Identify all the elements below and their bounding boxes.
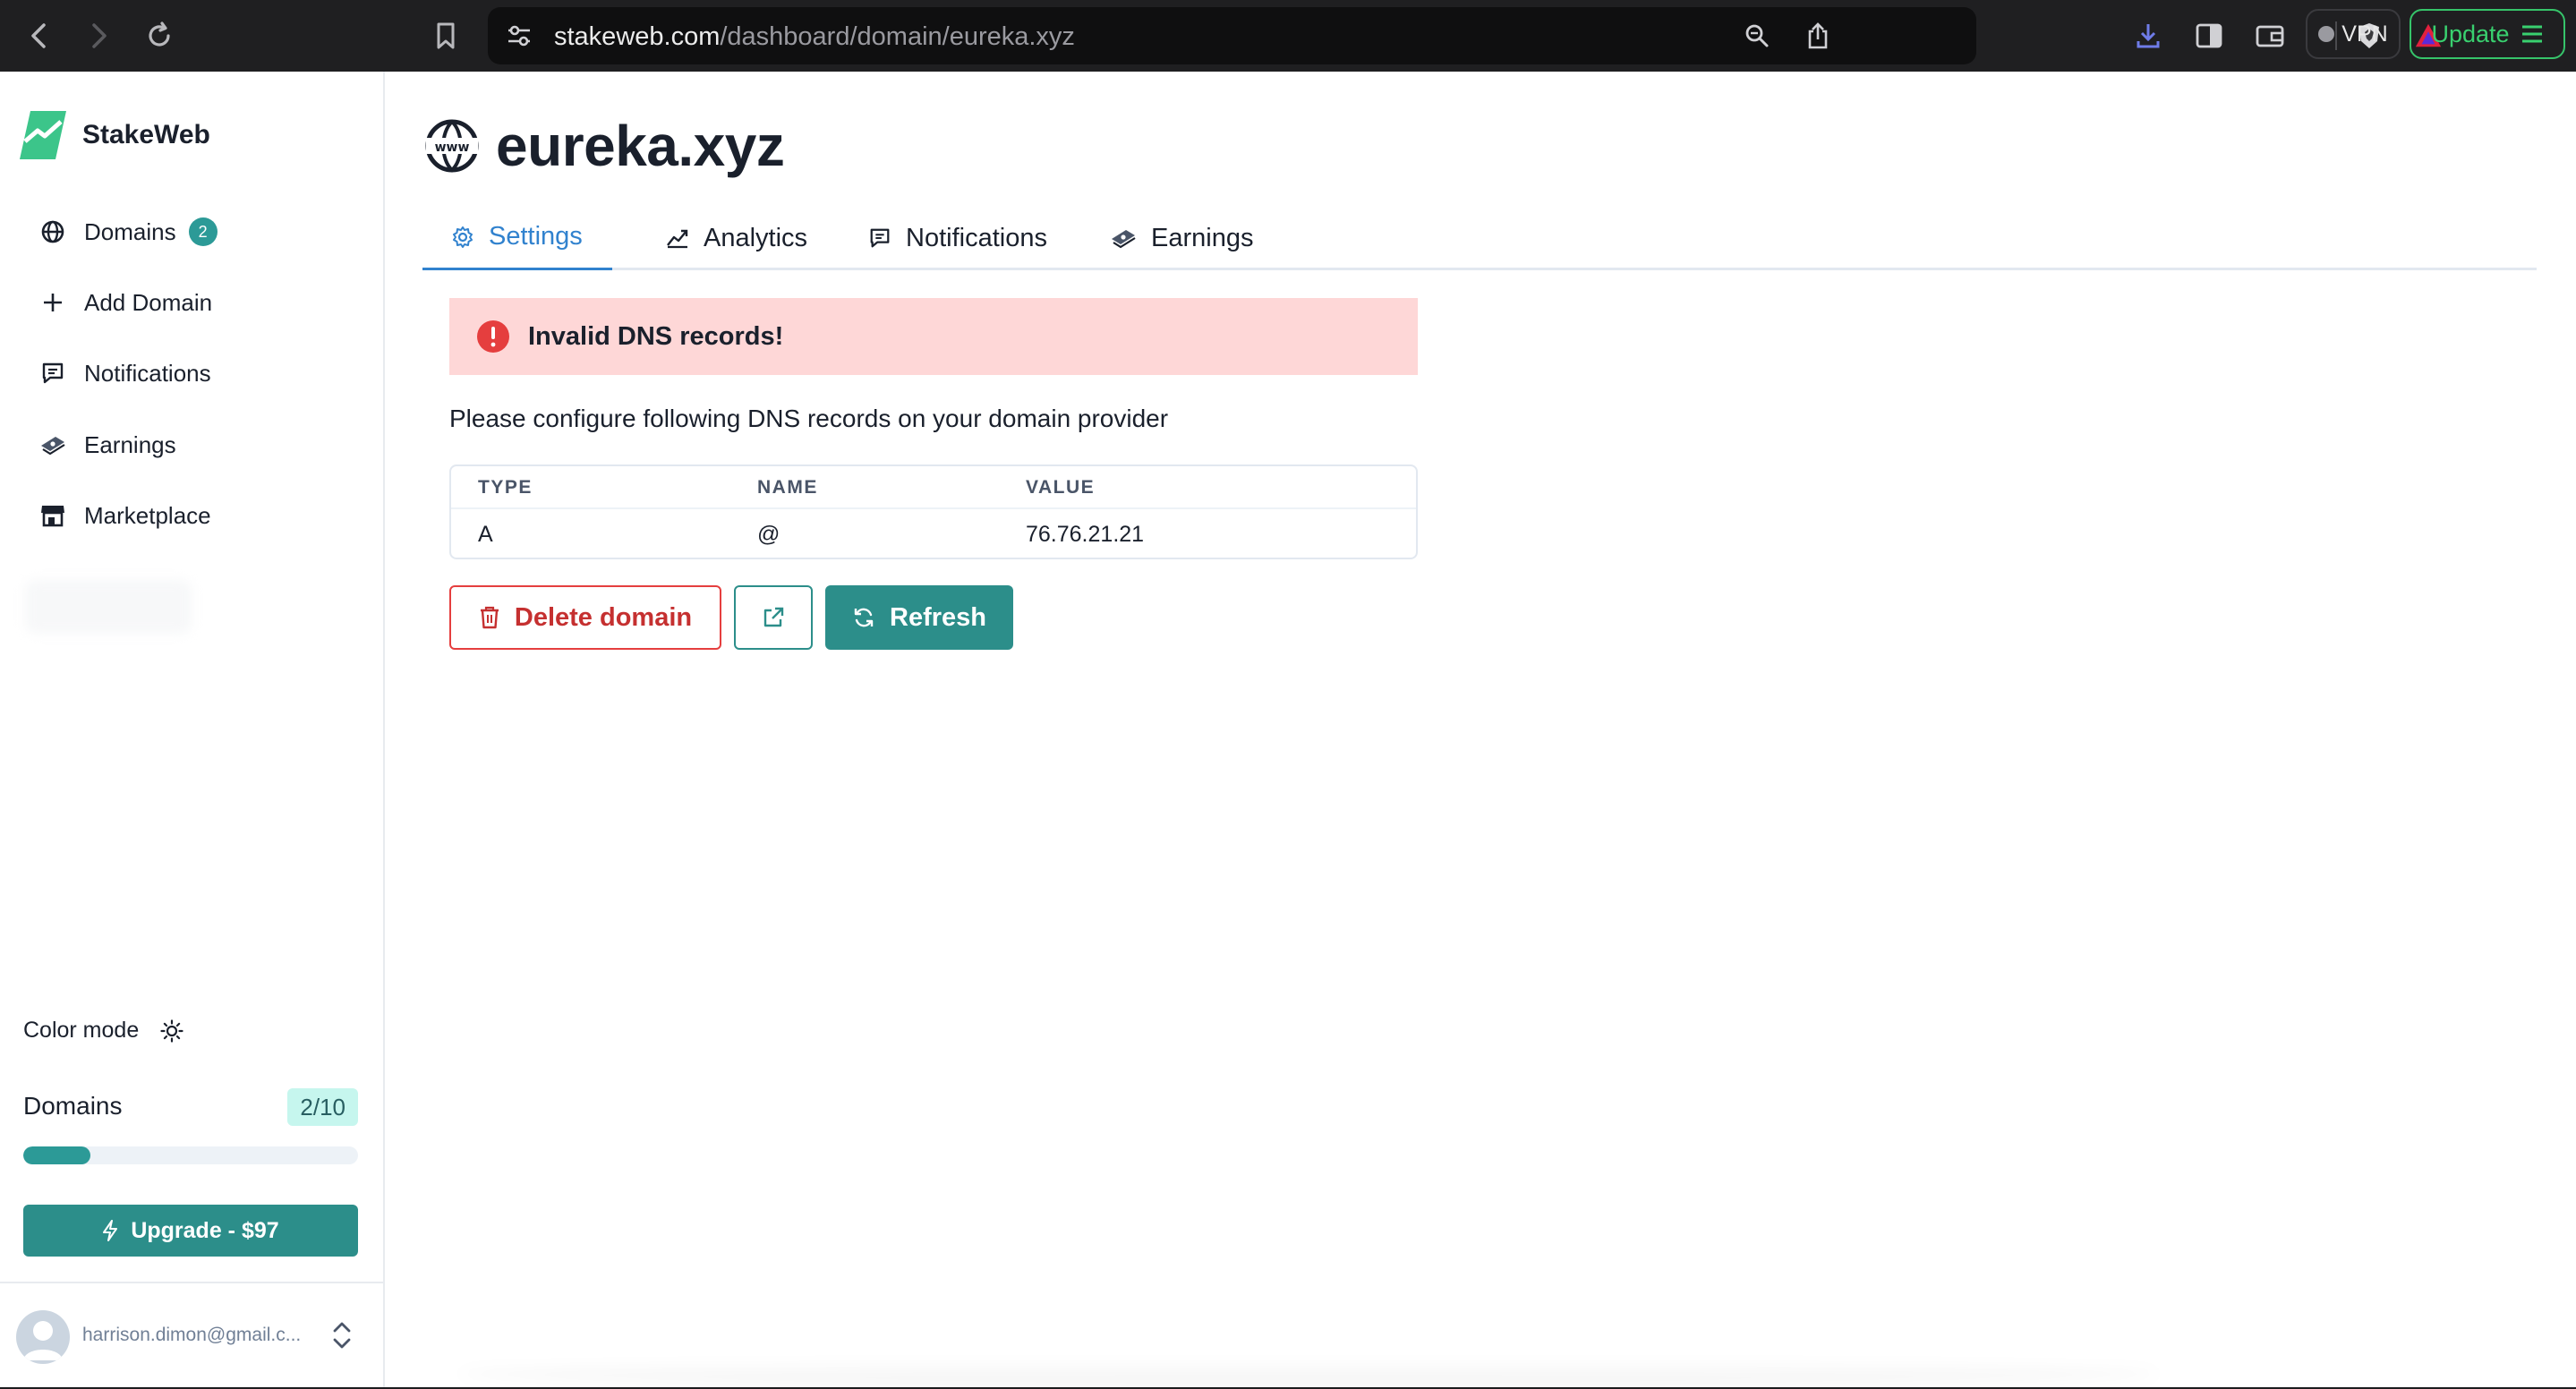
bookmark-icon[interactable] (426, 16, 465, 55)
delete-domain-label: Delete domain (514, 602, 693, 632)
sidebar-toggle-icon[interactable] (2191, 18, 2227, 54)
gear-icon (451, 226, 474, 249)
globe-icon (39, 218, 66, 245)
user-email: harrison.dimon@gmail.c... (82, 1325, 302, 1345)
domain-usage-progress (23, 1146, 358, 1164)
sidebar: StakeWeb Domains 2 Add Domain Notificati… (0, 72, 385, 1387)
color-mode-label: Color mode (23, 1018, 140, 1043)
tab-label: Analytics (704, 223, 808, 252)
back-icon[interactable] (20, 16, 59, 55)
sidebar-item-label: Add Domain (84, 288, 213, 316)
message-icon (39, 360, 66, 387)
column-header-name: NAME (757, 477, 818, 498)
svg-text:www: www (435, 141, 470, 155)
sidebar-item-domains[interactable]: Domains 2 (39, 209, 218, 254)
sun-icon[interactable] (160, 1018, 183, 1043)
url-path: /dashboard/domain/eureka.xyz (720, 22, 1075, 51)
column-header-value: VALUE (1026, 477, 1096, 498)
vpn-label: VPN (2341, 21, 2388, 47)
tab-analytics[interactable]: Analytics (666, 206, 807, 270)
domains-count-badge: 2 (188, 217, 218, 246)
upgrade-button[interactable]: Upgrade - $97 (23, 1205, 358, 1257)
brand-name: StakeWeb (82, 120, 210, 149)
dns-instructions: Please configure following DNS records o… (449, 405, 1169, 432)
zoom-icon[interactable] (1743, 21, 1771, 50)
url-host: stakeweb.com (554, 22, 721, 51)
share-icon[interactable] (1804, 21, 1832, 50)
stakeweb-logo-icon (18, 109, 68, 161)
chart-icon (666, 227, 689, 249)
alert-text: Invalid DNS records! (528, 321, 784, 351)
delete-domain-button[interactable]: Delete domain (449, 585, 721, 650)
main-content: www eureka.xyz Settings Analytics Notifi… (387, 72, 2576, 1387)
menu-icon (2521, 24, 2544, 44)
column-header-type: TYPE (478, 477, 533, 498)
download-icon[interactable] (2130, 18, 2166, 54)
sidebar-item-notifications[interactable]: Notifications (39, 351, 211, 396)
page-title: www eureka.xyz (424, 113, 785, 179)
wallet-icon[interactable] (2252, 18, 2288, 54)
url-text[interactable]: stakeweb.com/dashboard/domain/eureka.xyz (554, 22, 1075, 52)
tab-settings[interactable]: Settings (422, 206, 612, 270)
tab-bar: Settings Analytics Notifications Earning… (422, 206, 2537, 270)
sidebar-item-add-domain[interactable]: Add Domain (39, 280, 212, 325)
error-icon (476, 320, 510, 354)
table-divider (451, 507, 1416, 509)
forward-icon[interactable] (79, 16, 118, 55)
sidebar-item-marketplace[interactable]: Marketplace (39, 493, 211, 538)
money-icon (39, 431, 66, 458)
update-button[interactable]: Update (2410, 9, 2565, 59)
avatar (16, 1310, 70, 1364)
domain-usage-progress-fill (23, 1146, 90, 1164)
external-link-icon (762, 606, 785, 629)
sidebar-item-earnings[interactable]: Earnings (39, 422, 176, 467)
tab-earnings[interactable]: Earnings (1110, 206, 1253, 270)
dns-error-alert: Invalid DNS records! (449, 298, 1418, 375)
sidebar-item-label: Domains (84, 217, 176, 245)
address-bar[interactable]: stakeweb.com/dashboard/domain/eureka.xyz (488, 7, 2442, 64)
tab-label: Notifications (906, 223, 1047, 252)
money-icon (1110, 226, 1137, 250)
sidebar-item-label: Notifications (84, 359, 211, 387)
reload-icon[interactable] (140, 16, 179, 55)
app-window: StakeWeb Domains 2 Add Domain Notificati… (0, 72, 2576, 1387)
user-menu[interactable]: harrison.dimon@gmail.c... (0, 1282, 385, 1387)
brand[interactable]: StakeWeb (18, 109, 210, 161)
www-globe-icon: www (424, 118, 480, 174)
tab-notifications[interactable]: Notifications (868, 206, 1047, 270)
table-cell-value: 76.76.21.21 (1026, 522, 1145, 547)
plus-icon (39, 289, 66, 316)
refresh-button[interactable]: Refresh (825, 585, 1013, 650)
refresh-icon (852, 606, 875, 629)
vpn-status-icon (2318, 26, 2335, 42)
sidebar-item-label: Earnings (84, 430, 176, 458)
table-cell-type: A (478, 522, 493, 547)
loading-placeholder (25, 580, 192, 634)
update-label: Update (2431, 20, 2510, 47)
tab-label: Earnings (1151, 223, 1254, 252)
domain-title: eureka.xyz (496, 114, 785, 178)
upgrade-label: Upgrade - $97 (131, 1217, 279, 1243)
table-cell-name: @ (757, 522, 780, 547)
bottom-shadow (458, 1360, 2159, 1387)
domain-usage: Domains 2/10 (23, 1088, 358, 1126)
open-domain-button[interactable] (734, 585, 813, 650)
store-icon (39, 502, 66, 529)
trash-icon (479, 605, 500, 630)
message-icon (868, 226, 891, 250)
domain-usage-label: Domains (23, 1092, 123, 1120)
browser-toolbar: stakeweb.com/dashboard/domain/eureka.xyz… (0, 0, 2576, 72)
tab-label: Settings (489, 222, 583, 251)
chevron-up-down-icon[interactable] (331, 1319, 353, 1351)
domain-usage-count-badge: 2/10 (287, 1088, 358, 1126)
color-mode-toggle[interactable]: Color mode (23, 1018, 183, 1044)
site-settings-icon[interactable] (506, 23, 533, 48)
vpn-button[interactable]: VPN (2306, 9, 2401, 59)
refresh-label: Refresh (890, 602, 986, 632)
dns-records-table: TYPE NAME VALUE A @ 76.76.21.21 (449, 464, 1418, 559)
lightning-icon (102, 1220, 118, 1241)
sidebar-item-label: Marketplace (84, 501, 211, 529)
